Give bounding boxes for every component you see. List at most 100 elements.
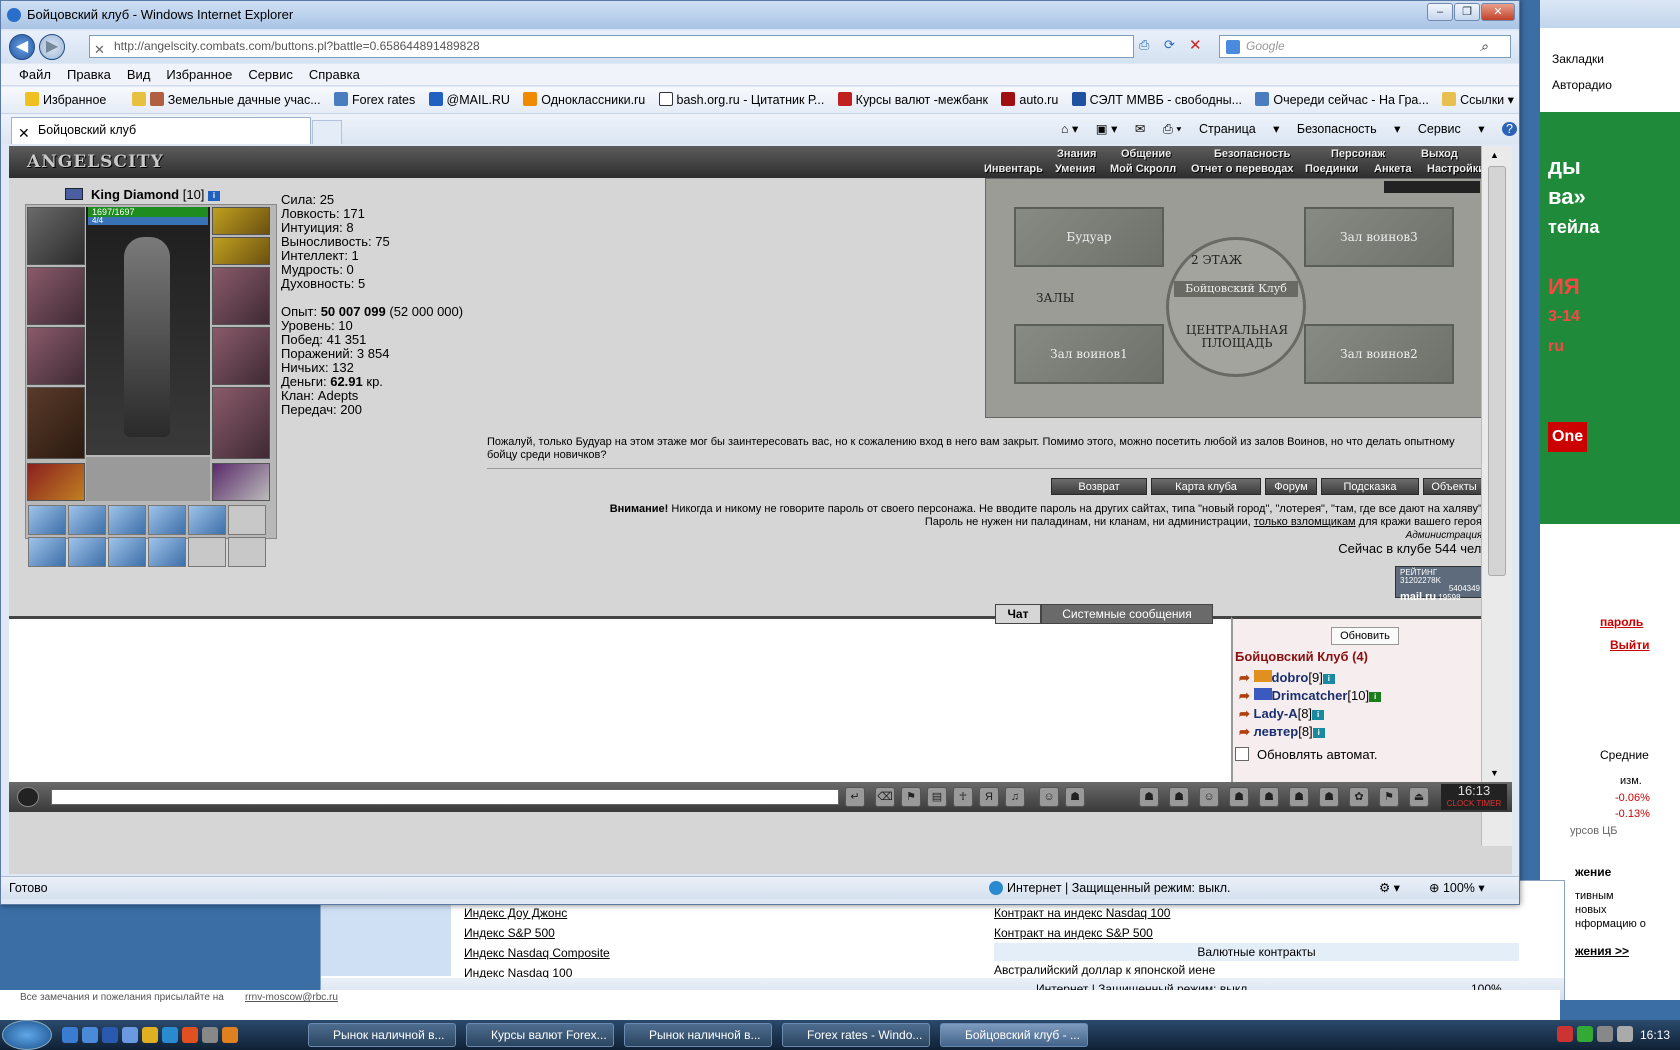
scroll-item[interactable] [108, 505, 146, 535]
auto-refresh-option[interactable]: Обновлять автомат. [1235, 747, 1377, 762]
links-folder[interactable]: Ссылки ▾ [1442, 87, 1514, 113]
back-button[interactable]: ◀ [9, 34, 35, 60]
menu-tools[interactable]: Сервис [240, 64, 301, 86]
word-icon[interactable] [102, 1027, 118, 1043]
favorite-link[interactable]: Forex rates [333, 87, 415, 113]
menu-battles[interactable]: Поединки [1305, 162, 1358, 176]
ie-icon[interactable] [162, 1027, 178, 1043]
send-icon[interactable]: ↵ [845, 787, 865, 807]
tab-chat[interactable]: Чат [995, 604, 1041, 624]
page-menu[interactable]: Страница ▾ [1199, 122, 1279, 136]
search-input[interactable]: Google ⌕ [1219, 35, 1511, 58]
mask-icon[interactable]: ☺ [1199, 787, 1219, 807]
mailru-counter[interactable]: РЕЙТИНГ 31202278K 5404349 mail.ru 19598 [1395, 566, 1485, 603]
flag-icon[interactable]: ⚑ [1379, 787, 1399, 807]
scroll-item[interactable] [148, 505, 186, 535]
favorites-button[interactable]: Избранное [25, 87, 106, 113]
favorite-link[interactable]: СЭЛТ ММВБ - свободны... [1071, 87, 1242, 113]
task-button[interactable]: Рынок наличной в... [308, 1023, 456, 1047]
action-icon[interactable]: ☗ [1139, 787, 1159, 807]
menu-character[interactable]: Персонаж [1331, 147, 1385, 161]
menu-settings[interactable]: Настройки [1427, 162, 1485, 176]
chat-input[interactable] [51, 789, 839, 805]
amulet-slot[interactable] [212, 207, 270, 235]
pet-icon[interactable]: ☗ [1259, 787, 1279, 807]
return-button[interactable]: Возврат [1051, 478, 1147, 495]
room-warriors-3[interactable]: Зал воинов3 [1304, 207, 1454, 267]
info-icon[interactable]: i [1369, 692, 1382, 702]
firefox-icon[interactable] [222, 1027, 238, 1043]
footer-email-link[interactable]: rrnv-moscow@rbc.ru [245, 992, 338, 1003]
tower-icon[interactable]: ☗ [1289, 787, 1309, 807]
task-button[interactable]: Курсы валют Forex... [466, 1023, 614, 1047]
scroll-down-arrow[interactable]: ▼ [1490, 768, 1499, 778]
menu-knowledge[interactable]: Знания [1057, 147, 1096, 161]
task-button[interactable]: Рынок наличной в... [624, 1023, 772, 1047]
menu-exit[interactable]: Выход [1421, 147, 1458, 161]
favorite-link[interactable]: Курсы валют -межбанк [837, 87, 988, 113]
volume-icon[interactable] [1616, 1026, 1633, 1042]
menu-communication[interactable]: Общение [1121, 147, 1171, 161]
tab-system-messages[interactable]: Системные сообщения [1041, 604, 1213, 624]
armor-slot[interactable] [27, 387, 85, 459]
refresh-button[interactable]: Обновить [1331, 627, 1399, 645]
chrome-icon[interactable] [182, 1027, 198, 1043]
menu-transfers-report[interactable]: Отчет о переводах [1191, 162, 1294, 176]
network-icon[interactable] [1596, 1026, 1613, 1042]
forum-button[interactable]: Форум [1265, 478, 1317, 495]
explorer-icon[interactable] [82, 1027, 98, 1043]
character-name[interactable]: King Diamond [10] i [65, 187, 221, 202]
refresh-icon[interactable]: ⟳ [1164, 37, 1184, 57]
favorite-link[interactable]: auto.ru [1001, 87, 1058, 113]
scroll-item[interactable] [188, 505, 226, 535]
favorite-link[interactable]: Одноклассники.ru [523, 87, 645, 113]
index-link[interactable]: Индекс S&P 500 [464, 923, 610, 943]
tab-fight-club[interactable]: ✕ Бойцовский клуб [11, 117, 311, 144]
user-entry[interactable]: ➦ левтер[8] i [1239, 723, 1381, 741]
compat-view-icon[interactable]: ⎙ [1139, 37, 1159, 57]
smiley-icon[interactable] [17, 787, 39, 807]
boot-icon[interactable]: ☗ [1229, 787, 1249, 807]
logout-link[interactable]: Выйти [1610, 638, 1650, 652]
forward-button[interactable]: ▶ [39, 34, 65, 60]
protected-mode-icon[interactable]: ⚙ ▾ [1379, 877, 1400, 899]
ad-banner[interactable]: ды ва» тейла ИЯ 3-14 ru One [1540, 112, 1680, 524]
media-icon[interactable] [122, 1027, 138, 1043]
favorite-link[interactable]: Очереди сейчас - На Гра... [1255, 87, 1429, 113]
gloves-slot[interactable] [212, 267, 270, 325]
save-icon[interactable]: ▤ [927, 787, 947, 807]
exit-icon[interactable]: ⏏ [1409, 787, 1429, 807]
scroll-item[interactable] [68, 537, 106, 567]
menu-skills[interactable]: Умения [1055, 162, 1095, 176]
menu-inventory[interactable]: Инвентарь [984, 162, 1043, 176]
scroll-item[interactable] [28, 505, 66, 535]
contract-link[interactable]: Контракт на индекс Nasdaq 100 [994, 903, 1170, 923]
info-icon[interactable]: i [1312, 710, 1325, 720]
menu-view[interactable]: Вид [119, 64, 159, 86]
halls-exit[interactable]: ЗАЛЫ [1036, 291, 1074, 305]
private-message-icon[interactable]: ➦ [1239, 688, 1250, 703]
tools-menu[interactable]: Сервис ▾ [1418, 122, 1485, 136]
club-map-button[interactable]: Карта клуба [1151, 478, 1261, 495]
favorite-link[interactable]: @MAIL.RU [428, 87, 510, 113]
menu-favorites[interactable]: Избранное [158, 64, 240, 86]
stop-icon[interactable]: ✕ [1189, 36, 1209, 56]
info-icon[interactable]: i [1312, 728, 1325, 738]
auto-refresh-checkbox[interactable] [1235, 747, 1249, 761]
character-avatar[interactable] [86, 207, 210, 455]
fighter-icon[interactable]: ☥ [953, 787, 973, 807]
close-button[interactable]: ✕ [1481, 3, 1515, 21]
flower-icon[interactable]: ✿ [1349, 787, 1369, 807]
print-icon[interactable]: ⎙ ▾ [1163, 122, 1182, 136]
menu-file[interactable]: Файл [11, 64, 59, 86]
new-tab-button[interactable] [312, 120, 342, 144]
bracers-slot[interactable] [27, 267, 85, 325]
bookmarks-link[interactable]: Закладки [1552, 52, 1604, 66]
legs-slot[interactable] [212, 387, 270, 459]
chat-area[interactable] [9, 616, 1231, 782]
scroll-up-arrow[interactable]: ▲ [1490, 150, 1499, 160]
objects-button[interactable]: Объекты [1423, 478, 1485, 495]
radio-link[interactable]: Авторадио [1552, 78, 1612, 92]
menu-help[interactable]: Справка [301, 64, 368, 86]
maximize-button[interactable]: ❐ [1454, 3, 1480, 21]
